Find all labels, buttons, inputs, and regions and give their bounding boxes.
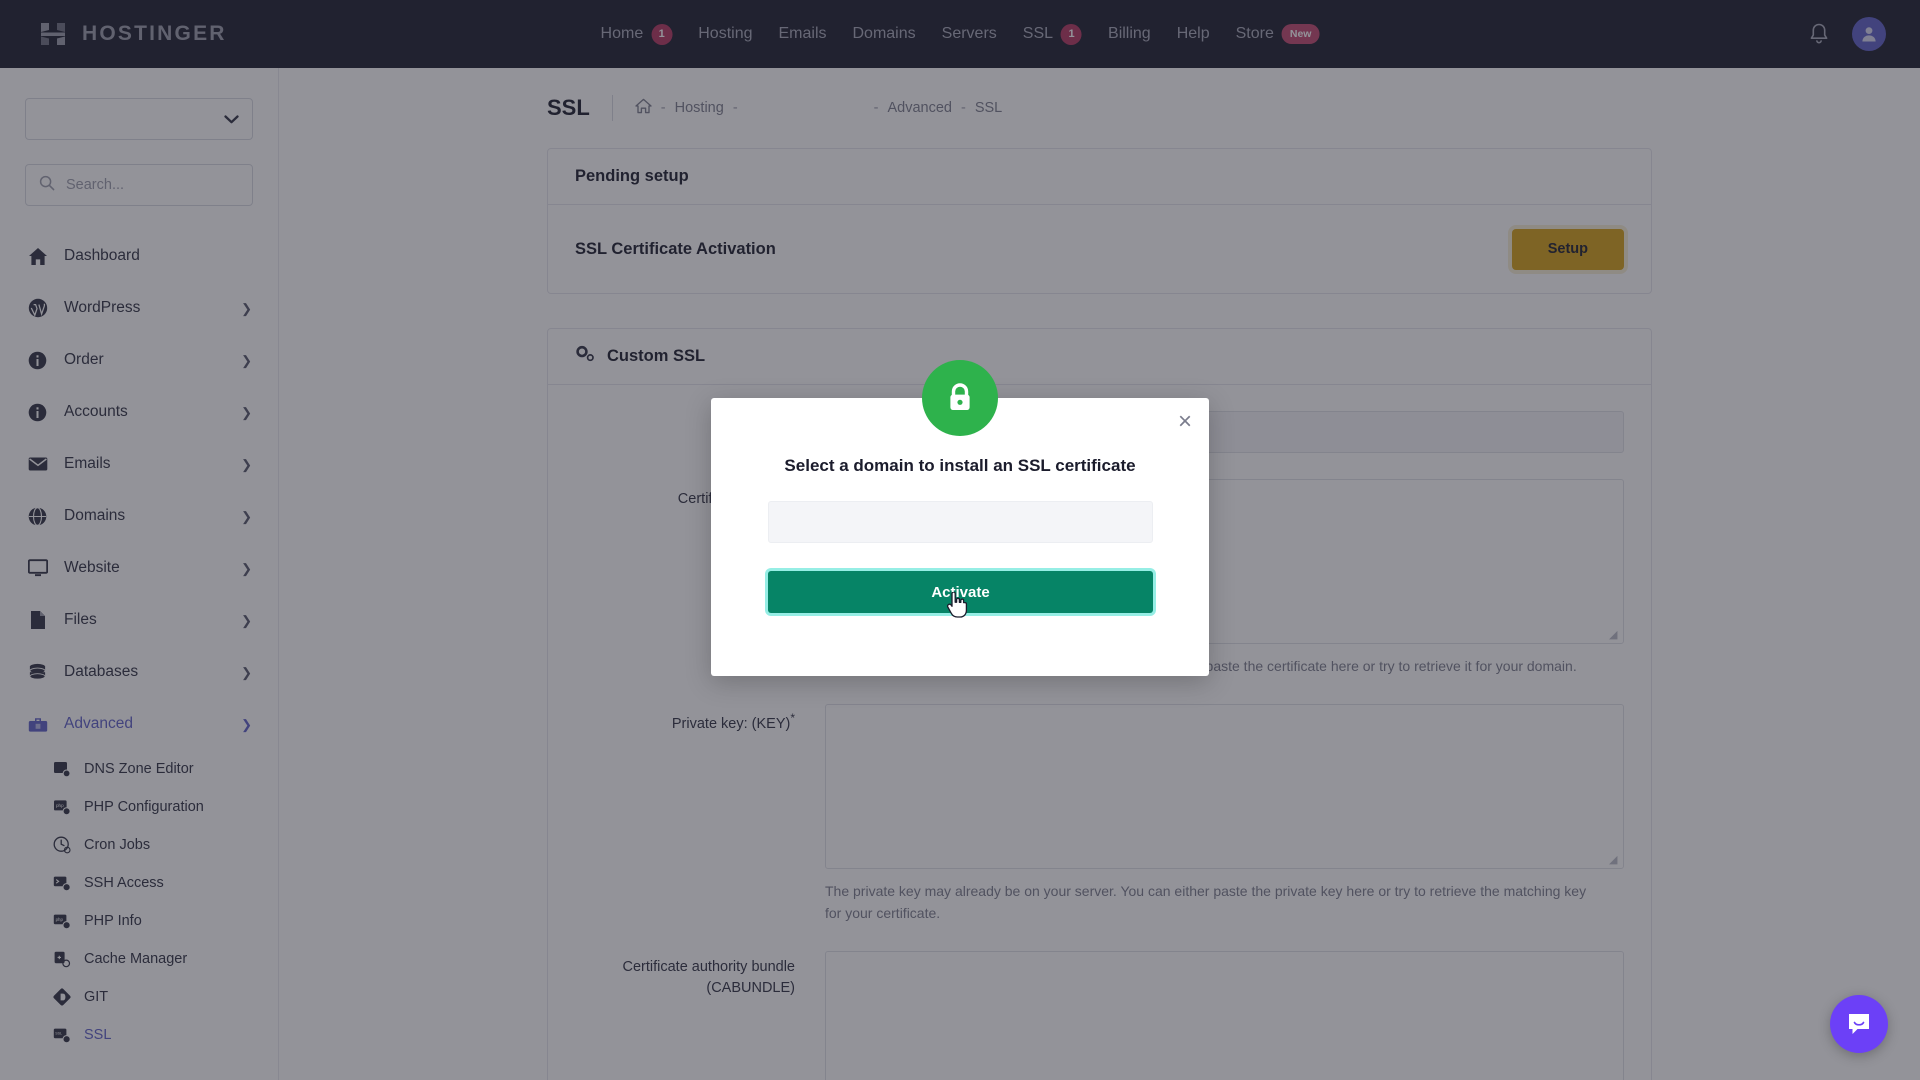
modal-title: Select a domain to install an SSL certif…	[784, 456, 1136, 475]
chat-bubble-icon[interactable]	[1830, 995, 1888, 1053]
activate-button[interactable]: Activate	[768, 571, 1153, 613]
close-icon[interactable]: ×	[1178, 410, 1192, 434]
padlock-icon	[922, 360, 998, 436]
select-domain-modal: × Select a domain to install an SSL cert…	[711, 360, 1209, 676]
modal-overlay[interactable]: × Select a domain to install an SSL cert…	[0, 0, 1920, 1080]
modal-domain-select[interactable]	[768, 501, 1153, 543]
